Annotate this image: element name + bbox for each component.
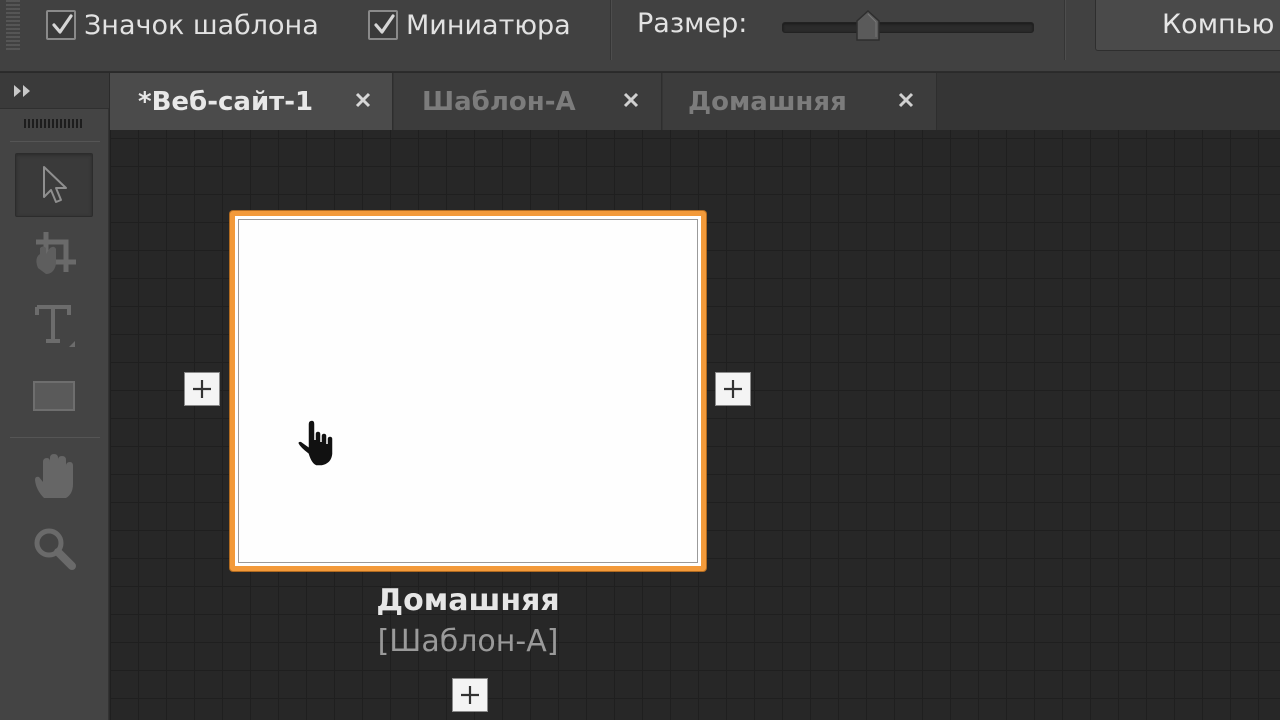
hand-icon: [35, 454, 73, 498]
plus-icon: [193, 380, 211, 398]
double-chevron-right-icon: [14, 85, 30, 97]
tab-template-a[interactable]: Шаблон-А: [394, 73, 662, 130]
page-template-label[interactable]: [Шаблон-А]: [300, 624, 636, 659]
checkmark-icon: [374, 14, 395, 34]
thumbnail-checkbox-box[interactable]: [368, 10, 398, 40]
tab-label: Домашняя: [688, 87, 847, 117]
rectangle-tool[interactable]: [15, 365, 93, 429]
size-slider-thumb[interactable]: [855, 10, 881, 42]
close-icon[interactable]: [620, 89, 642, 111]
zoom-tool[interactable]: [15, 517, 93, 581]
tab-label: *Веб-сайт-1: [138, 87, 314, 117]
plus-icon: [724, 380, 742, 398]
view-mode-dropdown[interactable]: Компью: [1095, 0, 1280, 51]
crop-tool[interactable]: [15, 219, 93, 283]
add-sibling-page-right-button[interactable]: [715, 372, 751, 406]
text-tool[interactable]: [15, 293, 93, 357]
thumbnail-checkbox[interactable]: Миниатюра: [368, 5, 571, 45]
selection-tool[interactable]: [15, 153, 93, 217]
options-divider: [610, 0, 612, 60]
size-slider-track[interactable]: [782, 22, 1034, 33]
tab-website-1[interactable]: *Веб-сайт-1: [110, 73, 393, 130]
tools-panel: [0, 73, 109, 720]
panel-grip[interactable]: [24, 119, 82, 128]
document-tab-bar: *Веб-сайт-1 Шаблон-А Домашняя: [110, 73, 1280, 130]
template-icon-checkbox-box[interactable]: [46, 10, 76, 40]
collapse-panel-button[interactable]: [0, 73, 109, 109]
view-mode-dropdown-label: Компью: [1162, 9, 1275, 40]
text-t-icon: [35, 305, 75, 347]
template-icon-checkbox-label: Значок шаблона: [84, 9, 319, 41]
options-bar: Значок шаблона Миниатюра Размер: Компью: [0, 0, 1280, 72]
toolbar-divider: [10, 141, 100, 142]
tab-home[interactable]: Домашняя: [663, 73, 937, 130]
toolbar-divider: [10, 437, 100, 438]
arrow-pointer-icon: [43, 166, 67, 203]
hand-tool[interactable]: [15, 445, 93, 509]
hand-pointer-cursor-icon: [297, 419, 334, 467]
add-child-page-button[interactable]: [452, 678, 488, 712]
page-thumbnail[interactable]: [230, 211, 706, 571]
size-label: Размер:: [637, 8, 748, 39]
page-thumbnail-preview: [238, 219, 698, 563]
add-sibling-page-left-button[interactable]: [184, 372, 220, 406]
close-icon[interactable]: [895, 89, 917, 111]
options-bar-grip[interactable]: [6, 0, 20, 52]
plus-icon: [461, 686, 479, 704]
crop-hand-icon: [36, 232, 76, 274]
page-name-label[interactable]: Домашняя: [300, 583, 636, 618]
thumbnail-checkbox-label: Миниатюра: [406, 9, 571, 41]
close-icon[interactable]: [352, 89, 374, 111]
options-divider: [1064, 0, 1066, 60]
rectangle-icon: [33, 381, 75, 411]
tab-label: Шаблон-А: [422, 87, 576, 117]
checkmark-icon: [52, 14, 73, 34]
magnifier-icon: [34, 528, 76, 570]
template-icon-checkbox[interactable]: Значок шаблона: [46, 5, 319, 45]
